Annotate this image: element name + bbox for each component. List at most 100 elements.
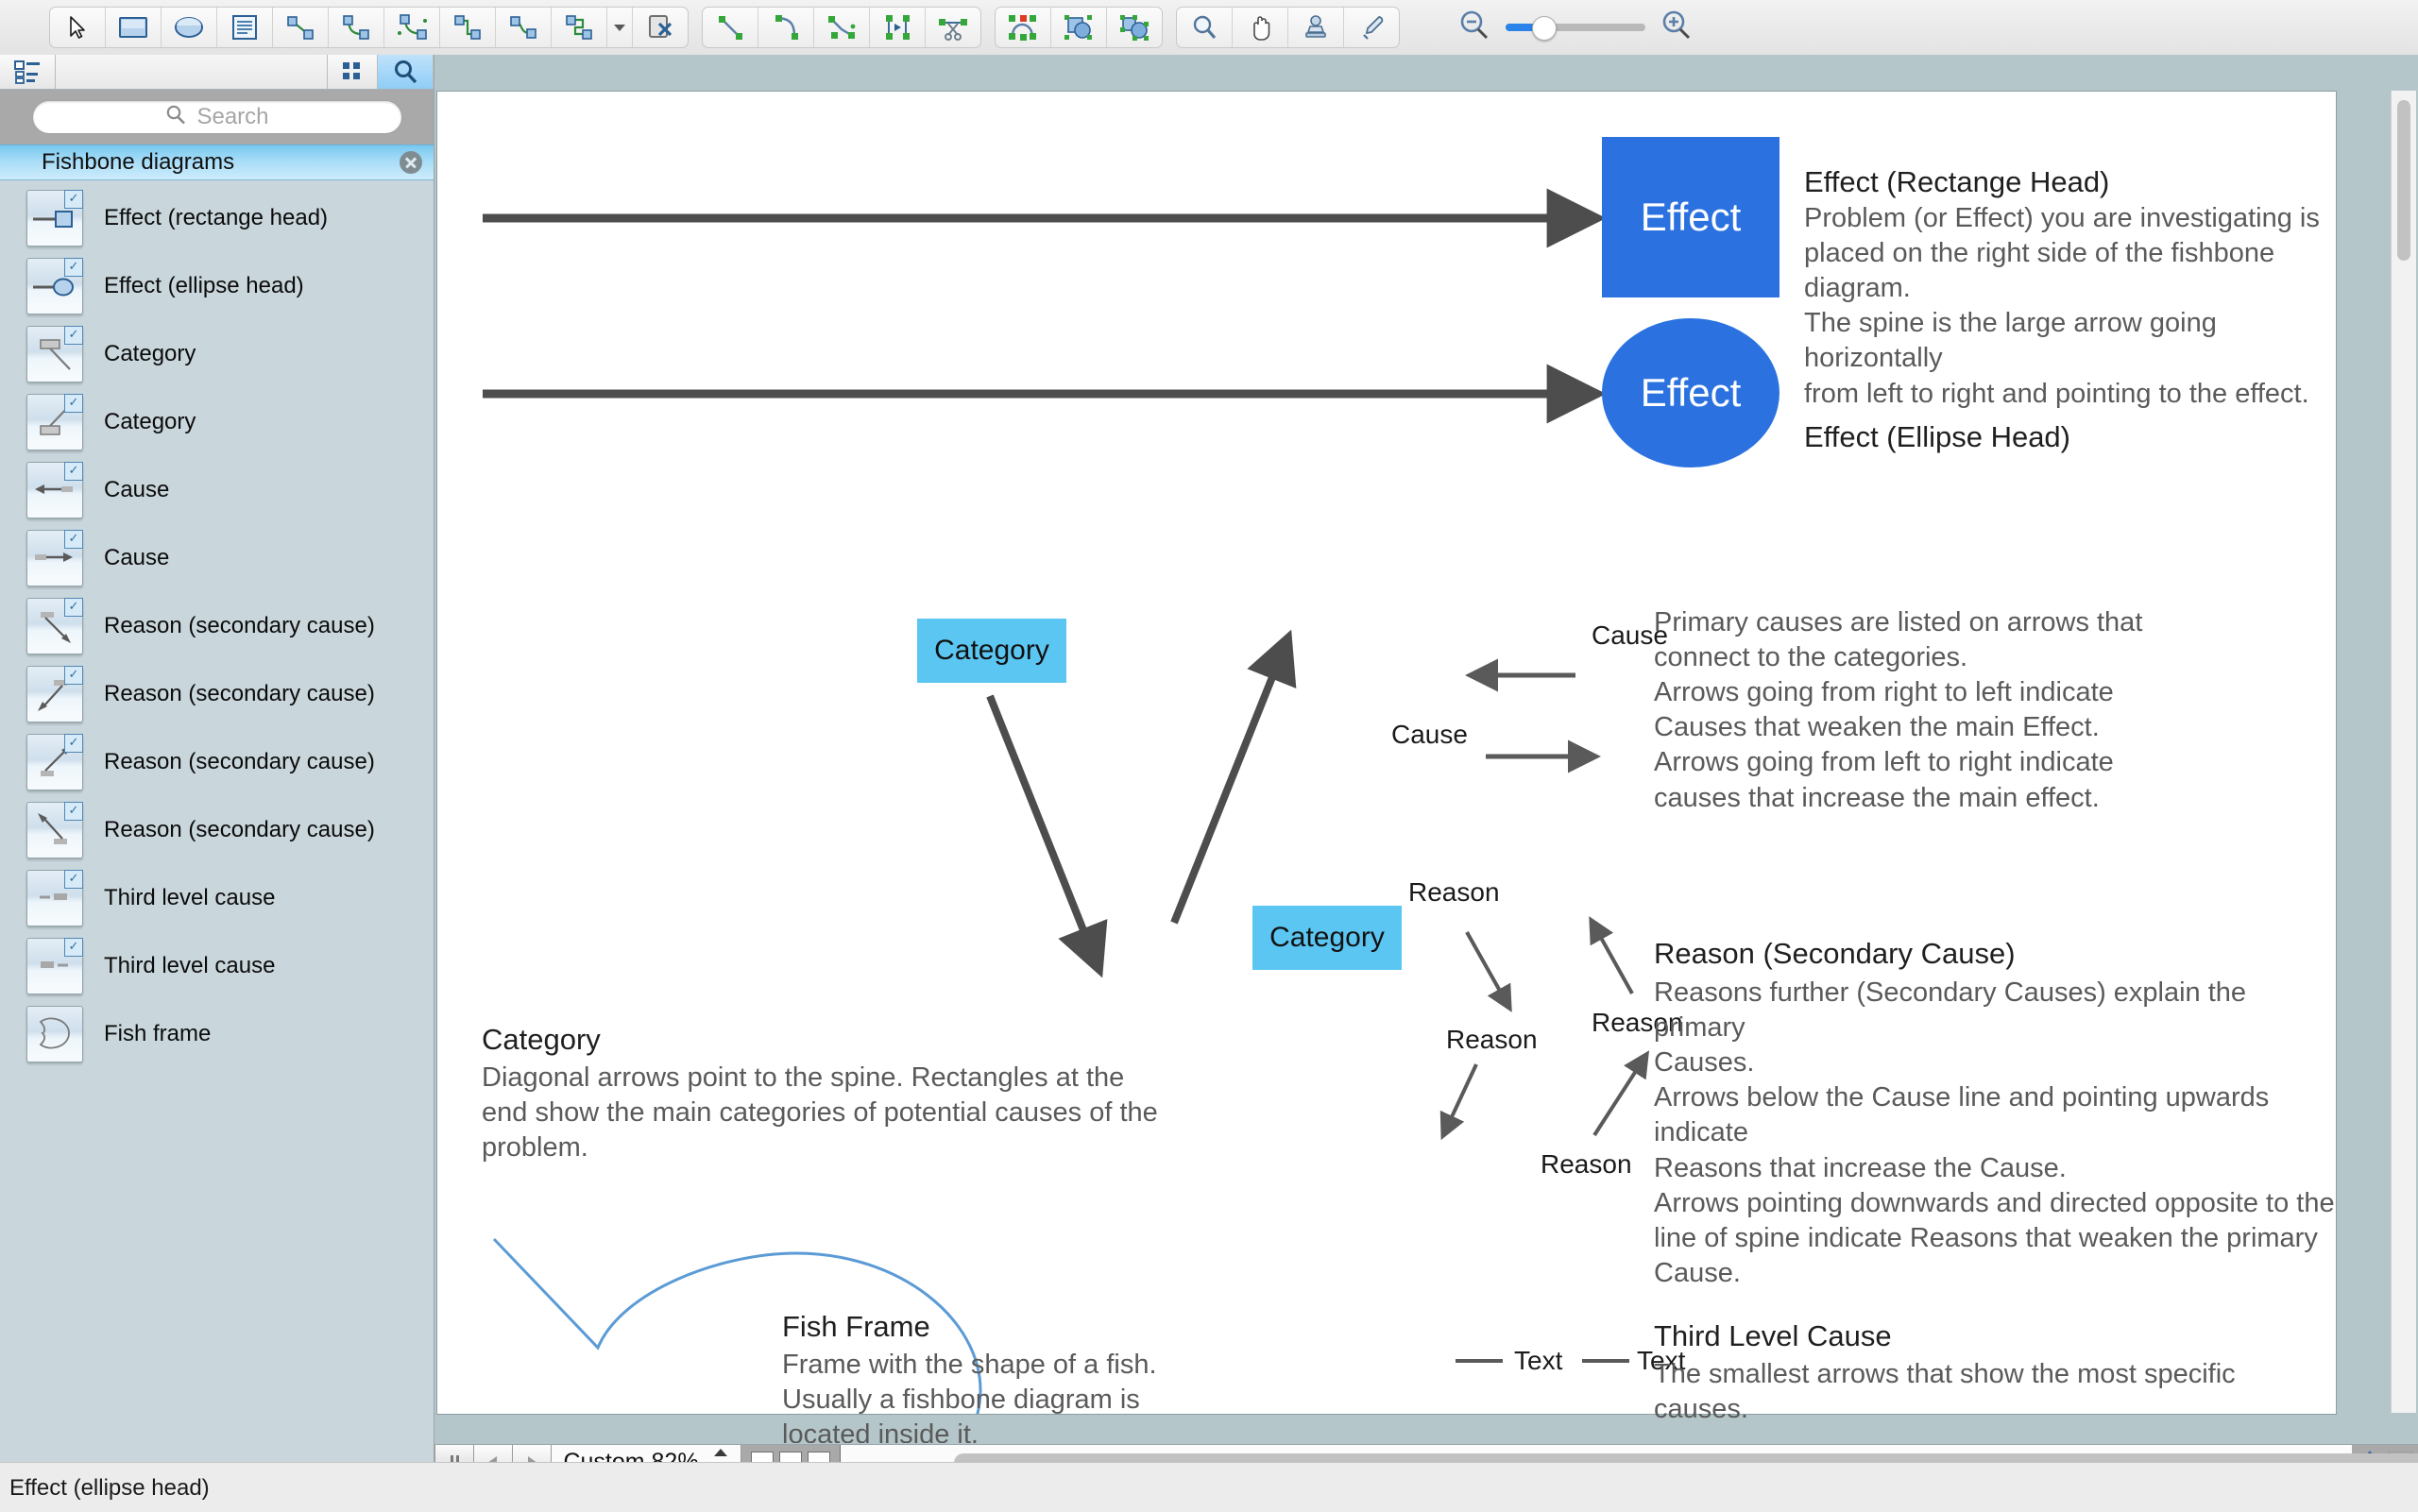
description-line: end show the main categories of potentia…	[482, 1097, 1158, 1129]
search-placeholder: Search	[196, 104, 269, 129]
stencil-list: ✓ Effect (rectange head) ✓ Effect (ellip…	[0, 180, 434, 1068]
zoom-out-icon[interactable]	[1456, 8, 1492, 48]
list-item[interactable]: ✓ Reason (secondary cause)	[0, 660, 434, 728]
description-line: from left to right and pointing to the e…	[1804, 378, 2309, 409]
stencil-check-icon: ✓	[64, 394, 83, 413]
rectangle-icon[interactable]	[106, 8, 162, 47]
bezier-connector-icon[interactable]	[552, 8, 607, 47]
category-shape-bottom[interactable]: Category	[1252, 906, 1402, 970]
list-item[interactable]: ✓ Cause	[0, 456, 434, 524]
tree-connector-icon[interactable]	[384, 8, 440, 47]
category-label: Category	[1269, 922, 1385, 953]
elbow-connector-icon[interactable]	[496, 8, 552, 47]
stencil-check-icon: ✓	[64, 326, 83, 345]
ellipse-icon[interactable]	[162, 8, 217, 47]
search-view-icon[interactable]	[378, 55, 434, 89]
reason-label: Reason	[1541, 1149, 1632, 1179]
effect-rectangle-shape[interactable]: Effect	[1602, 137, 1779, 297]
category-down-icon: ✓	[26, 394, 83, 450]
third-level-title: Third Level Cause	[1654, 1319, 1892, 1352]
stencil-check-icon: ✓	[64, 598, 83, 617]
pointer-icon[interactable]	[50, 8, 106, 47]
text-block-icon[interactable]	[217, 8, 273, 47]
scissors-icon[interactable]	[926, 8, 980, 47]
list-item[interactable]: ✓ Third level cause	[0, 932, 434, 1000]
search-input[interactable]: Search	[31, 100, 402, 134]
category-shape-top[interactable]: Category	[917, 619, 1066, 683]
category-label: Category	[934, 635, 1049, 666]
zoom-slider-control[interactable]	[1456, 8, 1694, 48]
list-item-label: Third level cause	[104, 885, 276, 910]
reason-description: Reasons further (Secondary Causes) expla…	[1654, 976, 2336, 1291]
union-shapes-icon[interactable]	[1051, 8, 1107, 47]
stencil-check-icon: ✓	[64, 190, 83, 209]
eyedropper-icon[interactable]	[1344, 8, 1399, 47]
connector-dropdown-icon[interactable]	[607, 8, 633, 47]
status-bar-text: Effect (ellipse head)	[9, 1475, 210, 1501]
effect-ellipse-shape[interactable]: Effect	[1602, 318, 1779, 467]
reason-down-right-icon: ✓	[26, 598, 83, 654]
third-level-cause-left-icon: ✓	[26, 938, 83, 994]
straight-connector-icon[interactable]	[273, 8, 329, 47]
effect-ellipse-title: Effect (Ellipse Head)	[1804, 420, 2070, 453]
close-icon[interactable]	[400, 151, 422, 174]
library-tabbar	[0, 55, 434, 90]
split-path-icon[interactable]	[870, 8, 926, 47]
grid-view-icon[interactable]	[328, 55, 378, 89]
magnifier-icon[interactable]	[1177, 8, 1233, 47]
reason-label: Reason	[1446, 1025, 1538, 1054]
zoom-slider-track[interactable]	[1506, 16, 1645, 41]
effect-rectangle-description: Problem (or Effect) you are investigatin…	[1804, 201, 2336, 412]
curved-connector-icon[interactable]	[329, 8, 384, 47]
stamp-icon[interactable]	[1288, 8, 1344, 47]
smart-connector-icon[interactable]	[440, 8, 496, 47]
vertical-scrollbar[interactable]	[2391, 91, 2416, 1413]
list-item[interactable]: ✓ Reason (secondary cause)	[0, 592, 434, 660]
library-group-header[interactable]: Fishbone diagrams	[0, 144, 434, 180]
list-item-label: Cause	[104, 477, 170, 502]
main-toolbar	[0, 0, 2418, 56]
list-item[interactable]: ✓ Third level cause	[0, 864, 434, 932]
tree-view-icon[interactable]	[0, 55, 56, 89]
toolbar-group-path-ops	[995, 7, 1163, 48]
document-page[interactable]: Effect Effect (Rectange Head) Problem (o…	[436, 91, 2337, 1450]
description-line: Cause.	[1654, 1257, 1741, 1288]
library-panel: Search Fishbone diagrams ✓ Effect (recta…	[0, 55, 434, 1462]
cause-left-icon: ✓	[26, 462, 83, 518]
line-segment-icon[interactable]	[703, 8, 758, 47]
stencil-check-icon: ✓	[64, 530, 83, 549]
group-shapes-icon[interactable]	[1107, 8, 1162, 47]
zoom-slider-knob[interactable]	[1532, 16, 1557, 41]
list-item-label: Effect (rectange head)	[104, 205, 329, 230]
description-line: connect to the categories.	[1654, 642, 1968, 673]
hand-icon[interactable]	[1233, 8, 1288, 47]
list-item[interactable]: ✓ Effect (ellipse head)	[0, 252, 434, 320]
description-line: Primary causes are listed on arrows that	[1654, 607, 2143, 637]
delete-shape-icon[interactable]	[633, 8, 688, 47]
arc-icon[interactable]	[758, 8, 814, 47]
toolbar-group-view-tools	[1176, 7, 1400, 48]
status-bar-text-wrap: Effect (ellipse head)	[0, 1470, 444, 1507]
list-item[interactable]: ✓ Reason (secondary cause)	[0, 728, 434, 796]
effect-rectangle-title: Effect (Rectange Head)	[1804, 165, 2110, 198]
vertical-scrollbar-thumb[interactable]	[2397, 100, 2410, 261]
list-item[interactable]: ✓ Category	[0, 320, 434, 388]
edit-nodes-icon[interactable]	[996, 8, 1051, 47]
stencil-check-icon: ✓	[64, 666, 83, 685]
list-item[interactable]: ✓ Effect (rectange head)	[0, 184, 434, 252]
effect-ellipse-head-icon: ✓	[26, 258, 83, 314]
list-item[interactable]: Fish frame	[0, 1000, 434, 1068]
third-level-description: The smallest arrows that show the most s…	[1654, 1357, 2236, 1427]
zoom-in-icon[interactable]	[1659, 8, 1694, 48]
list-item[interactable]: ✓ Reason (secondary cause)	[0, 796, 434, 864]
fish-frame-description: Frame with the shape of a fish. Usually …	[782, 1348, 1157, 1453]
polyline-icon[interactable]	[814, 8, 870, 47]
list-item[interactable]: ✓ Cause	[0, 524, 434, 592]
toolbar-group-lines	[702, 7, 981, 48]
list-item-label: Reason (secondary cause)	[104, 749, 375, 774]
list-item-label: Reason (secondary cause)	[104, 613, 375, 638]
library-path-field[interactable]	[56, 55, 328, 89]
list-item-label: Reason (secondary cause)	[104, 817, 375, 842]
description-line: Diagonal arrows point to the spine. Rect…	[482, 1062, 1125, 1093]
list-item[interactable]: ✓ Category	[0, 388, 434, 456]
